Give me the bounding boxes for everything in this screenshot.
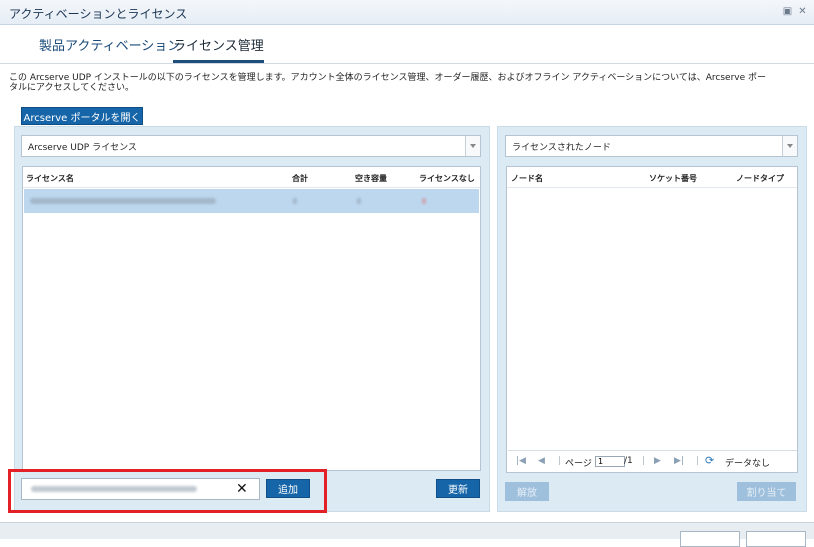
close-icon[interactable]: ✕ bbox=[797, 6, 808, 17]
license-type-value: Arcserve UDP ライセンス bbox=[28, 143, 137, 153]
license-type-combo[interactable]: Arcserve UDP ライセンス bbox=[21, 135, 481, 157]
window-title: アクティベーションとライセンス bbox=[9, 7, 188, 21]
pager-separator: | bbox=[696, 456, 700, 466]
next-page-icon[interactable]: ▶ bbox=[654, 456, 661, 466]
license-grid-header: ライセンス名 合計 空き容量 ライセンスなし bbox=[23, 167, 480, 188]
nodes-grid-header: ノード名 ソケット番号 ノードタイプ bbox=[507, 167, 797, 188]
refresh-icon[interactable]: ⟳ bbox=[705, 454, 714, 467]
annotation-highlight-box bbox=[8, 469, 327, 513]
footer-button[interactable] bbox=[680, 531, 740, 547]
redacted-total bbox=[293, 198, 297, 204]
page-label: ページ bbox=[565, 459, 592, 469]
last-page-icon[interactable]: ▶| bbox=[674, 456, 684, 466]
license-panel: Arcserve UDP ライセンス ライセンス名 合計 空き容量 ライセンスな… bbox=[14, 126, 490, 512]
assign-button[interactable]: 割り当て bbox=[737, 482, 796, 501]
tab-product-activation[interactable]: 製品アクティベーション bbox=[39, 35, 180, 60]
column-node-name[interactable]: ノード名 bbox=[511, 173, 543, 184]
first-page-icon[interactable]: |◀ bbox=[516, 456, 526, 466]
column-available[interactable]: 空き容量 bbox=[355, 173, 387, 184]
chevron-down-icon[interactable] bbox=[782, 136, 797, 156]
open-portal-button[interactable]: Arcserve ポータルを開く bbox=[21, 107, 143, 125]
licensed-nodes-panel: ライセンスされたノード ノード名 ソケット番号 ノードタイプ |◀ ◀ | ペー… bbox=[497, 126, 807, 512]
column-unlicensed[interactable]: ライセンスなし bbox=[419, 173, 475, 184]
licensed-nodes-value: ライセンスされたノード bbox=[512, 143, 611, 153]
redacted-available bbox=[357, 198, 361, 204]
pager-separator: | bbox=[642, 456, 646, 466]
licensed-nodes-combo[interactable]: ライセンスされたノード bbox=[505, 135, 798, 157]
redacted-unlicensed bbox=[422, 198, 426, 204]
table-row[interactable] bbox=[24, 189, 479, 213]
previous-page-icon[interactable]: ◀ bbox=[538, 456, 545, 466]
nodes-grid: ノード名 ソケット番号 ノードタイプ |◀ ◀ | ページ /1 | ▶ ▶| … bbox=[506, 166, 798, 473]
pager-status: データなし bbox=[725, 459, 771, 469]
tab-license-management[interactable]: ライセンス管理 bbox=[173, 35, 264, 63]
page-total: /1 bbox=[624, 456, 633, 466]
refresh-button[interactable]: 更新 bbox=[436, 479, 480, 498]
pager-toolbar: |◀ ◀ | ページ /1 | ▶ ▶| | ⟳ データなし bbox=[508, 450, 797, 473]
column-node-type[interactable]: ノードタイプ bbox=[736, 173, 784, 184]
dialog-footer bbox=[0, 522, 814, 547]
column-license-name[interactable]: ライセンス名 bbox=[26, 173, 74, 184]
window-controls: ▣ ✕ bbox=[782, 6, 808, 17]
pager-separator: | bbox=[558, 456, 562, 466]
tab-strip: 製品アクティベーション ライセンス管理 bbox=[0, 25, 814, 64]
chevron-down-icon[interactable] bbox=[465, 136, 480, 156]
license-grid: ライセンス名 合計 空き容量 ライセンスなし bbox=[22, 166, 481, 471]
redacted-license-name bbox=[30, 198, 216, 204]
column-total[interactable]: 合計 bbox=[292, 173, 308, 184]
restore-icon[interactable]: ▣ bbox=[782, 6, 793, 17]
window-titlebar: アクティベーションとライセンス ▣ ✕ bbox=[0, 0, 814, 25]
footer-button[interactable] bbox=[746, 531, 806, 547]
description-text: この Arcserve UDP インストールの以下のライセンスを管理します。アカ… bbox=[9, 73, 766, 93]
page-number-input[interactable] bbox=[595, 456, 625, 467]
release-button[interactable]: 解放 bbox=[505, 482, 549, 501]
column-socket-number[interactable]: ソケット番号 bbox=[649, 173, 697, 184]
